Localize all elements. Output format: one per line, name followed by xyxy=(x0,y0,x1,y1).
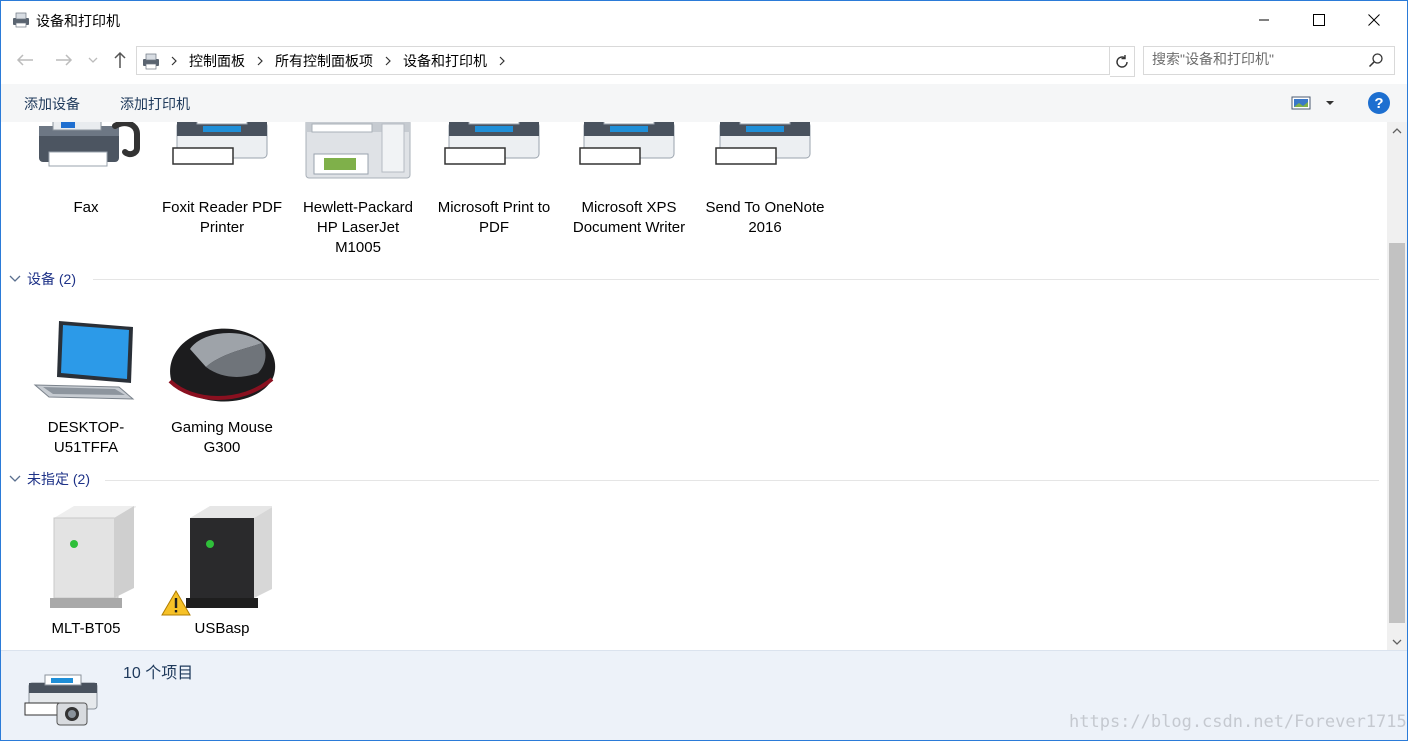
command-bar: 添加设备 添加打印机 ? xyxy=(1,84,1407,122)
devices-and-printers-window: 设备和打印机 控制面板 所有控制面板项 设备和打印机 搜索"设备和打印机" 添加… xyxy=(0,0,1408,741)
devices-printers-large-icon xyxy=(23,669,103,735)
refresh-icon xyxy=(1116,54,1128,68)
chevron-down-icon xyxy=(9,475,21,482)
back-arrow-icon xyxy=(16,54,33,66)
printer-label: Foxit Reader PDF Printer xyxy=(161,199,283,236)
chevron-down-icon xyxy=(88,57,98,63)
chevron-up-icon xyxy=(1392,127,1402,133)
printer-item-ms-xps[interactable]: Microsoft XPS Document Writer xyxy=(564,122,694,252)
details-pane: 10 个项目 https://blog.csdn.net/Forever1715 xyxy=(1,650,1407,740)
device-label: MLT-BT05 xyxy=(51,620,121,637)
mouse-icon xyxy=(157,323,287,413)
breadcrumb-control-panel[interactable]: 控制面板 xyxy=(183,51,251,71)
laserjet-printer-icon xyxy=(293,122,423,184)
printer-icon xyxy=(157,122,287,176)
breadcrumb-separator-icon[interactable] xyxy=(251,56,269,66)
device-label: DESKTOP-U51TFFA xyxy=(47,419,125,456)
breadcrumb-separator-icon[interactable] xyxy=(165,56,183,66)
printer-item-foxit[interactable]: Foxit Reader PDF Printer xyxy=(157,122,287,236)
address-bar[interactable]: 控制面板 所有控制面板项 设备和打印机 xyxy=(136,46,1240,75)
refresh-button[interactable] xyxy=(1110,46,1135,77)
printer-label: Microsoft Print to PDF xyxy=(437,199,551,236)
up-arrow-icon xyxy=(114,51,126,68)
window-title: 设备和打印机 xyxy=(36,13,120,29)
printer-icon xyxy=(700,122,830,176)
group-title: 设备 (2) xyxy=(27,271,76,287)
maximize-icon xyxy=(1313,14,1325,26)
add-device-button[interactable]: 添加设备 xyxy=(24,94,80,114)
printer-item-ms-pdf[interactable]: Microsoft Print to PDF xyxy=(429,122,559,236)
printer-item-fax[interactable]: Fax xyxy=(21,122,151,216)
add-printer-button[interactable]: 添加打印机 xyxy=(120,94,190,114)
device-label: USBasp xyxy=(194,620,250,637)
search-input[interactable] xyxy=(1152,51,1352,67)
watermark-text: https://blog.csdn.net/Forever1715 xyxy=(1069,712,1407,732)
title-bar: 设备和打印机 xyxy=(1,1,1407,39)
change-view-button[interactable] xyxy=(1291,93,1335,113)
chevron-down-icon xyxy=(1326,101,1334,105)
minimize-button[interactable] xyxy=(1241,1,1287,39)
device-item-mouse[interactable]: Gaming Mouse G300 xyxy=(157,315,287,460)
close-icon xyxy=(1368,14,1380,26)
breadcrumb: 控制面板 所有控制面板项 设备和打印机 xyxy=(137,47,511,74)
recent-locations-button[interactable] xyxy=(85,49,101,71)
minimize-icon xyxy=(1259,19,1269,21)
scroll-down-button[interactable] xyxy=(1387,633,1407,650)
view-options-icon xyxy=(1291,96,1311,110)
device-item-desktop[interactable]: DESKTOP-U51TFFA xyxy=(21,315,151,460)
warning-icon xyxy=(161,589,191,617)
printer-icon xyxy=(564,122,694,176)
close-button[interactable] xyxy=(1351,1,1397,39)
printer-label: Fax xyxy=(73,199,99,216)
chevron-down-icon xyxy=(1392,639,1402,645)
printer-item-onenote[interactable]: Send To OneNote 2016 xyxy=(700,122,830,236)
scrollbar-thumb[interactable] xyxy=(1389,243,1405,623)
help-button[interactable]: ? xyxy=(1368,92,1390,114)
fax-icon xyxy=(21,122,151,176)
control-panel-icon xyxy=(143,53,159,69)
group-divider xyxy=(93,279,1379,280)
printer-label: Send To OneNote 2016 xyxy=(705,199,825,236)
item-count: 10 个项目 xyxy=(123,665,194,682)
group-header-devices[interactable]: 设备 (2) xyxy=(9,269,76,289)
scroll-up-button[interactable] xyxy=(1387,122,1407,139)
group-header-unspecified[interactable]: 未指定 (2) xyxy=(9,469,90,489)
group-title: 未指定 (2) xyxy=(27,471,90,487)
search-icon[interactable] xyxy=(1368,52,1384,68)
unspecified-item-usbasp[interactable]: USBasp xyxy=(157,504,287,644)
printer-icon xyxy=(429,122,559,176)
breadcrumb-devices-printers[interactable]: 设备和打印机 xyxy=(397,51,493,71)
breadcrumb-all-items[interactable]: 所有控制面板项 xyxy=(269,51,379,71)
printer-label: Microsoft XPS Document Writer xyxy=(572,199,686,236)
forward-arrow-icon xyxy=(56,54,73,66)
vertical-scrollbar[interactable] xyxy=(1387,122,1407,650)
breadcrumb-separator-icon[interactable] xyxy=(379,56,397,66)
printer-label: Hewlett-Packard HP LaserJet M1005 xyxy=(302,199,414,256)
device-label: Gaming Mouse G300 xyxy=(171,419,273,456)
devices-list: Fax Foxit Reader PDF Printer Hewlett-Pac… xyxy=(1,122,1387,650)
breadcrumb-separator-icon[interactable] xyxy=(493,56,511,66)
unspecified-item-mlt-bt05[interactable]: MLT-BT05 xyxy=(21,504,151,644)
generic-device-icon xyxy=(21,504,151,614)
laptop-icon xyxy=(21,315,151,405)
printer-item-hp-laserjet[interactable]: Hewlett-Packard HP LaserJet M1005 xyxy=(293,122,423,256)
back-button[interactable] xyxy=(14,49,36,71)
search-box[interactable] xyxy=(1143,46,1395,75)
chevron-down-icon xyxy=(9,275,21,282)
forward-button[interactable] xyxy=(53,49,75,71)
devices-printers-app-icon xyxy=(13,12,29,28)
up-button[interactable] xyxy=(109,49,131,71)
maximize-button[interactable] xyxy=(1296,1,1342,39)
group-divider xyxy=(105,480,1379,481)
